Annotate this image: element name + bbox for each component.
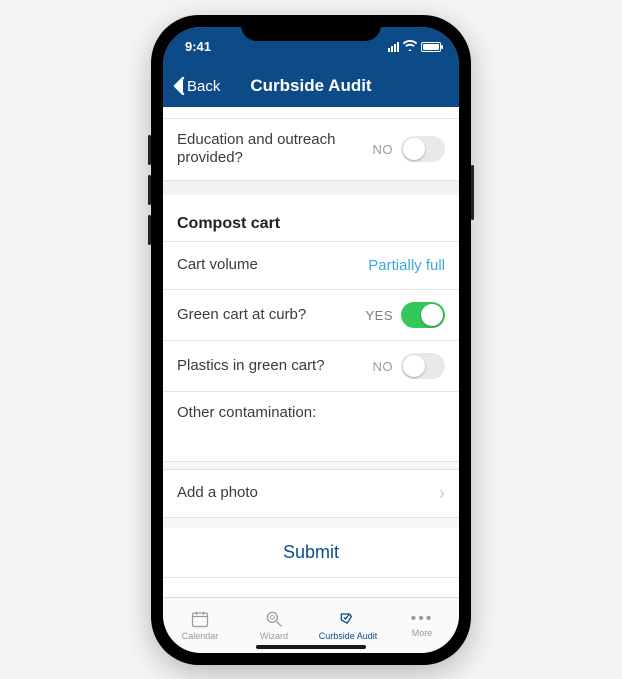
cart-volume-value: Partially full [368,257,445,274]
plastics-toggle[interactable] [401,353,445,379]
tab-calendar[interactable]: Calendar [163,598,237,653]
toggle-state-text: NO [373,142,394,157]
education-toggle[interactable] [401,136,445,162]
row-label: Education and outreach provided? [177,131,373,169]
tab-label: Curbside Audit [319,631,378,641]
status-time: 9:41 [185,39,211,54]
back-label: Back [187,78,220,95]
more-icon: ••• [411,612,434,626]
row-label: Add a photo [177,484,439,503]
row-label: Plastics in green cart? [177,357,373,376]
row-other-contamination[interactable]: Other contamination: [163,392,459,462]
spacer [163,462,459,470]
row-green-cart-at-curb: Green cart at curb? YES [163,290,459,341]
row-notification-method[interactable]: Notification method › [163,107,459,119]
phone-frame: 9:41 Back Curbside Audit Notification me… [151,15,471,665]
form-content[interactable]: Notification method › Education and outr… [163,107,459,597]
toggle-state-text: YES [365,308,393,323]
home-indicator[interactable] [256,645,366,649]
row-cart-volume[interactable]: Cart volume Partially full [163,242,459,290]
nav-bar: Back Curbside Audit [163,67,459,107]
tab-label: More [412,628,433,638]
chevron-left-icon [173,77,185,95]
tab-label: Wizard [260,631,288,641]
chevron-right-icon: › [439,483,445,504]
submit-label: Submit [283,542,339,562]
toggle-state-text: NO [373,359,394,374]
magnifier-icon [263,609,285,629]
signal-icon [388,42,399,52]
row-add-photo[interactable]: Add a photo › [163,470,459,518]
green-cart-toggle[interactable] [401,302,445,328]
row-label: Other contamination: [177,404,316,421]
section-header-compost: Compost cart [163,181,459,242]
row-label: Green cart at curb? [177,306,365,325]
status-indicators [388,40,441,54]
wifi-icon [403,40,417,54]
tab-label: Calendar [182,631,219,641]
row-plastics-in-green-cart: Plastics in green cart? NO [163,341,459,392]
tab-more[interactable]: ••• More [385,598,459,653]
submit-button[interactable]: Submit [163,518,459,578]
calendar-icon [189,609,211,629]
back-button[interactable]: Back [163,77,230,95]
screen: 9:41 Back Curbside Audit Notification me… [163,27,459,653]
clipboard-check-icon [337,609,359,629]
row-education-outreach: Education and outreach provided? NO [163,119,459,182]
row-label: Cart volume [177,256,368,275]
notch [241,15,381,41]
battery-icon [421,42,441,52]
